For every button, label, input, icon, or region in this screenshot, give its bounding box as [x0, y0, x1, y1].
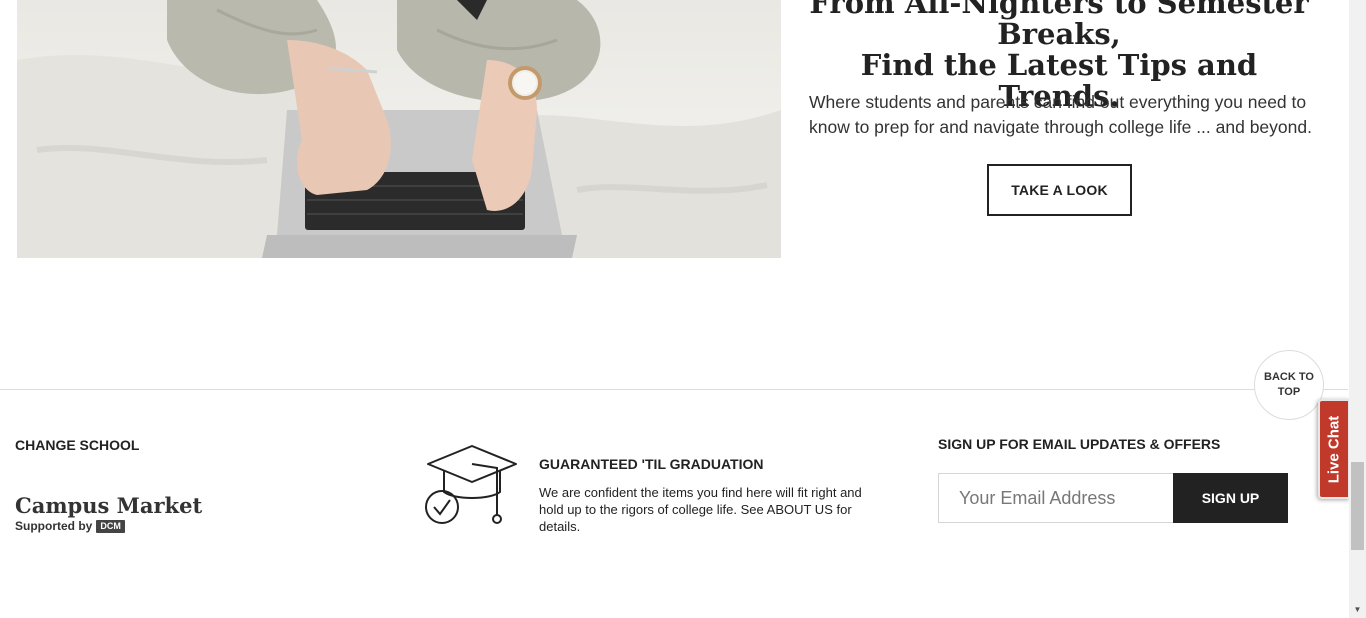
supported-by-text: Supported by — [15, 519, 93, 533]
dcm-badge: DCM — [96, 519, 125, 533]
guarantee-title: GUARANTEED 'TIL GRADUATION — [539, 456, 764, 472]
hero-image — [17, 0, 781, 258]
laptop-photo-illustration — [17, 0, 781, 258]
guarantee-text: We are confident the items you find here… — [539, 485, 862, 534]
logo-brand-text: Campus Market — [15, 493, 203, 518]
live-chat-tab[interactable]: Live Chat — [1318, 399, 1350, 499]
scrollbar-thumb[interactable] — [1351, 462, 1364, 550]
live-chat-label: Live Chat — [1325, 415, 1343, 483]
change-school-link[interactable]: CHANGE SCHOOL — [15, 437, 139, 453]
sign-up-button[interactable]: SIGN UP — [1173, 473, 1288, 523]
logo-supported-by: Supported by DCM — [15, 519, 202, 533]
hero-description: Where students and parents can find out … — [809, 92, 1312, 137]
email-address-input[interactable] — [938, 473, 1174, 523]
take-a-look-button[interactable]: TAKE A LOOK — [987, 164, 1132, 216]
hero-title-line-2: Breaks, — [997, 17, 1121, 51]
footer-divider — [0, 389, 1348, 390]
graduation-cap-check-icon — [422, 444, 520, 533]
scroll-down-arrow-icon[interactable]: ▼ — [1349, 601, 1366, 618]
back-to-top-button[interactable]: BACK TO TOP — [1254, 350, 1324, 420]
email-signup-title: SIGN UP FOR EMAIL UPDATES & OFFERS — [938, 436, 1221, 452]
campus-market-logo[interactable]: Campus Market Supported by DCM — [15, 493, 203, 534]
